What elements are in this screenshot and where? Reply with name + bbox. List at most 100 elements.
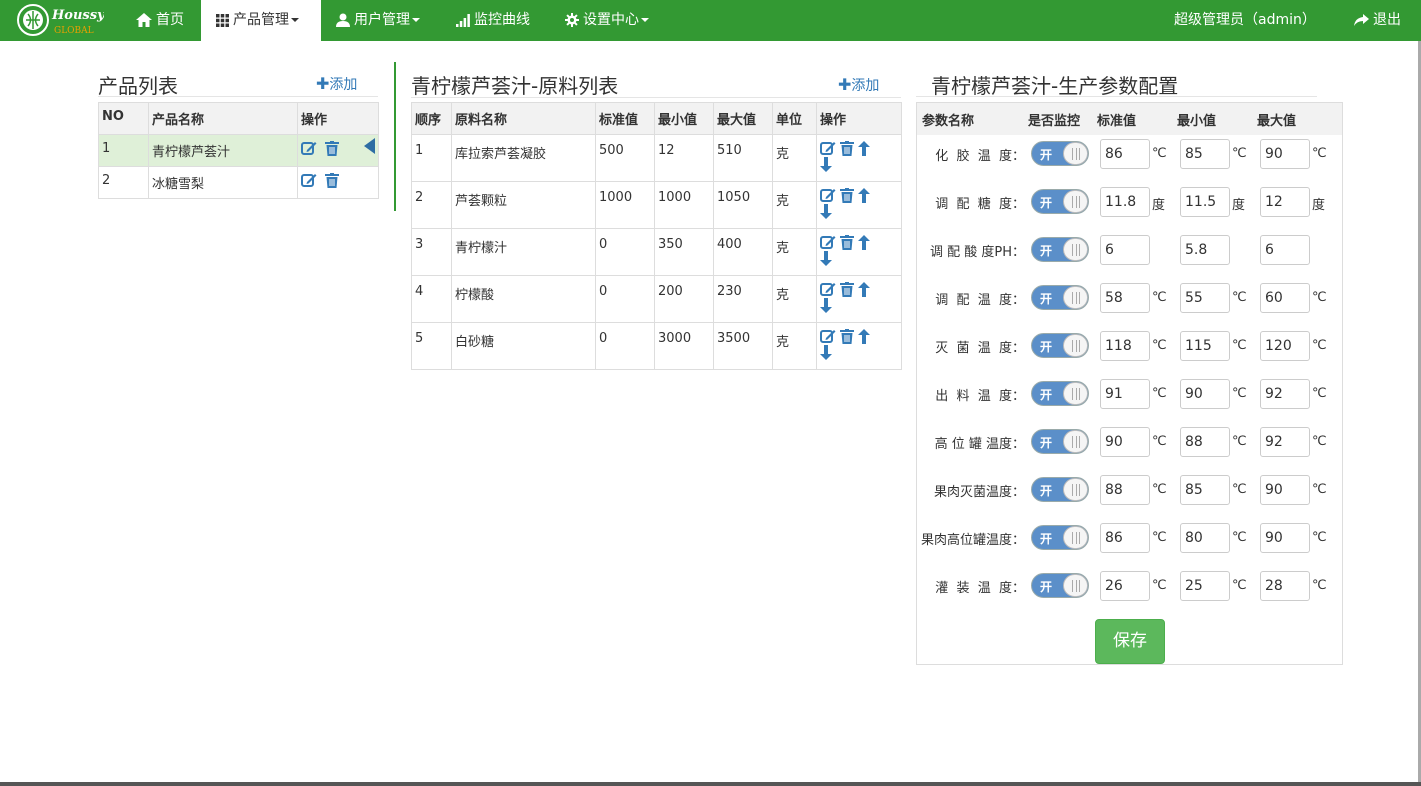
min-value-input[interactable]: [1180, 523, 1230, 553]
std-value-input[interactable]: [1100, 571, 1150, 601]
nav-admin[interactable]: 超级管理员（admin）: [1174, 0, 1316, 41]
monitor-toggle[interactable]: 开: [1031, 477, 1089, 502]
trash-icon[interactable]: [325, 141, 340, 156]
trash-icon[interactable]: [840, 282, 854, 297]
std-value-input[interactable]: [1100, 187, 1150, 217]
min-value-input[interactable]: [1180, 139, 1230, 169]
arrow-down-icon[interactable]: [820, 204, 832, 219]
divider: [411, 97, 901, 98]
edit-icon[interactable]: [820, 282, 836, 297]
min-value-input[interactable]: [1180, 475, 1230, 505]
cell-actions: [816, 275, 902, 323]
std-value-input[interactable]: [1100, 523, 1150, 553]
max-value-input[interactable]: [1260, 187, 1310, 217]
arrow-down-icon[interactable]: [820, 251, 832, 266]
unit-label: ℃: [1312, 482, 1327, 497]
monitor-toggle[interactable]: 开: [1031, 381, 1089, 406]
toggle-knob: [1063, 190, 1088, 213]
edit-icon[interactable]: [820, 188, 836, 203]
selected-row-indicator-icon: [364, 138, 375, 154]
std-value-input[interactable]: [1100, 475, 1150, 505]
std-value-input[interactable]: [1100, 235, 1150, 265]
edit-icon[interactable]: [301, 141, 317, 156]
nav-product[interactable]: 产品管理: [201, 0, 321, 41]
arrow-down-icon[interactable]: [820, 345, 832, 360]
monitor-toggle[interactable]: 开: [1031, 141, 1089, 166]
param-row: 灌 装 温 度： 开 ℃ ℃ ℃: [917, 567, 1342, 607]
arrow-up-icon[interactable]: [858, 329, 870, 344]
monitor-toggle[interactable]: 开: [1031, 525, 1089, 550]
toggle-on-label: 开: [1040, 388, 1053, 402]
monitor-toggle[interactable]: 开: [1031, 189, 1089, 214]
max-value-input[interactable]: [1260, 427, 1310, 457]
table-row[interactable]: 2 冰糖雪梨: [98, 166, 379, 199]
std-value-input[interactable]: [1100, 379, 1150, 409]
max-value-input[interactable]: [1260, 571, 1310, 601]
min-value-input[interactable]: [1180, 235, 1230, 265]
table-row[interactable]: 1 库拉索芦荟凝胶 500 12 510 克: [411, 134, 902, 182]
trash-icon[interactable]: [840, 235, 854, 250]
cell-min: 200: [654, 275, 714, 323]
arrow-up-icon[interactable]: [858, 282, 870, 297]
std-value-input[interactable]: [1100, 331, 1150, 361]
min-value-input[interactable]: [1180, 283, 1230, 313]
houssy-logo[interactable]: Houssy GLOBAL: [16, 2, 104, 38]
param-label: 果肉灭菌温度：: [933, 485, 1025, 500]
max-value-input[interactable]: [1260, 235, 1310, 265]
edit-icon[interactable]: [820, 235, 836, 250]
param-row: 果肉高位罐温度： 开 ℃ ℃ ℃: [917, 519, 1342, 559]
add-material-link[interactable]: ✚添加: [838, 75, 879, 95]
monitor-toggle[interactable]: 开: [1031, 237, 1089, 262]
max-value-input[interactable]: [1260, 139, 1310, 169]
std-value-input[interactable]: [1100, 283, 1150, 313]
trash-icon[interactable]: [325, 173, 340, 188]
unit-label: ℃: [1232, 290, 1247, 305]
table-row[interactable]: 2 芦荟颗粒 1000 1000 1050 克: [411, 181, 902, 229]
edit-icon[interactable]: [301, 173, 317, 188]
min-value-input[interactable]: [1180, 379, 1230, 409]
trash-icon[interactable]: [840, 188, 854, 203]
monitor-toggle[interactable]: 开: [1031, 573, 1089, 598]
nav-settings[interactable]: 设置中心: [565, 0, 649, 41]
monitor-toggle[interactable]: 开: [1031, 429, 1089, 454]
edit-icon[interactable]: [820, 141, 836, 156]
nav-monitor[interactable]: 监控曲线: [456, 0, 530, 41]
arrow-up-icon[interactable]: [858, 235, 870, 250]
max-value-input[interactable]: [1260, 379, 1310, 409]
edit-icon[interactable]: [820, 329, 836, 344]
arrow-down-icon[interactable]: [820, 157, 832, 172]
max-value-input[interactable]: [1260, 475, 1310, 505]
save-button[interactable]: 保存: [1095, 619, 1165, 664]
cell-std: 1000: [595, 181, 655, 229]
min-value-input[interactable]: [1180, 427, 1230, 457]
min-value-input[interactable]: [1180, 187, 1230, 217]
arrow-up-icon[interactable]: [858, 188, 870, 203]
trash-icon[interactable]: [840, 141, 854, 156]
nav-logout[interactable]: 退出: [1354, 0, 1401, 41]
min-value-input[interactable]: [1180, 571, 1230, 601]
monitor-toggle[interactable]: 开: [1031, 333, 1089, 358]
table-row[interactable]: 3 青柠檬汁 0 350 400 克: [411, 228, 902, 276]
nav-home[interactable]: 首页: [136, 0, 184, 41]
toggle-on-label: 开: [1040, 340, 1053, 354]
arrow-down-icon[interactable]: [820, 298, 832, 313]
max-value-input[interactable]: [1260, 523, 1310, 553]
std-value-input[interactable]: [1100, 139, 1150, 169]
col-header: 参数名称: [922, 114, 975, 129]
monitor-toggle[interactable]: 开: [1031, 285, 1089, 310]
cell-no: 1: [98, 134, 149, 167]
cell-actions: [816, 322, 902, 370]
trash-icon[interactable]: [840, 329, 854, 344]
nav-user[interactable]: 用户管理: [336, 0, 420, 41]
max-value-input[interactable]: [1260, 283, 1310, 313]
col-header: 操作: [816, 102, 902, 135]
min-value-input[interactable]: [1180, 331, 1230, 361]
max-value-input[interactable]: [1260, 331, 1310, 361]
table-row[interactable]: 4 柠檬酸 0 200 230 克: [411, 275, 902, 323]
table-row[interactable]: 1 青柠檬芦荟汁: [98, 134, 379, 167]
unit-label: ℃: [1232, 482, 1247, 497]
std-value-input[interactable]: [1100, 427, 1150, 457]
table-row[interactable]: 5 白砂糖 0 3000 3500 克: [411, 322, 902, 370]
arrow-up-icon[interactable]: [858, 141, 870, 156]
add-product-link[interactable]: ✚添加: [316, 74, 357, 94]
